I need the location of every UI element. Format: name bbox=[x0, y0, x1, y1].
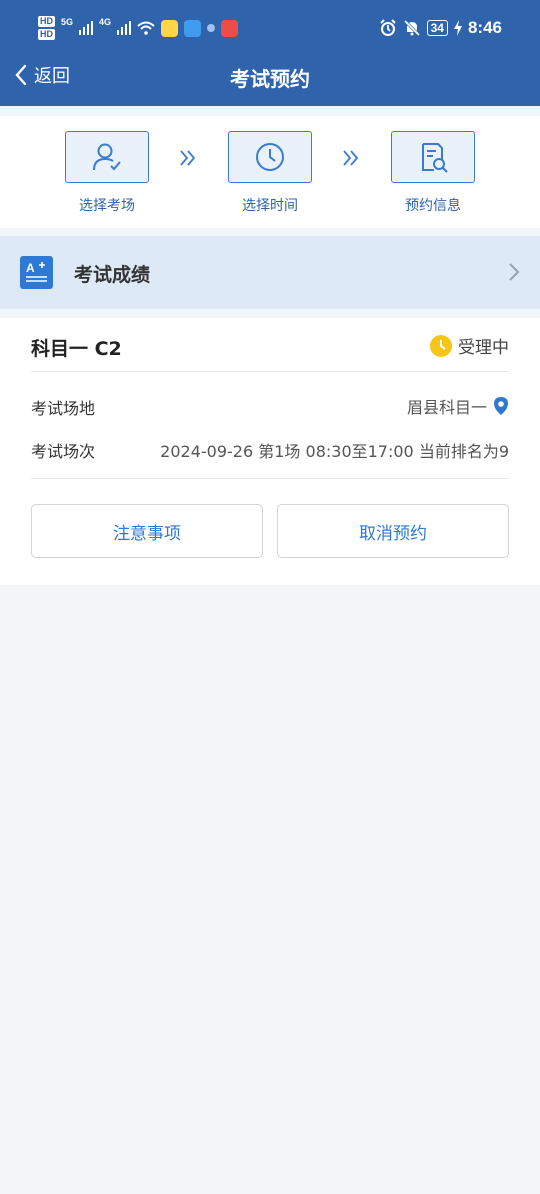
pending-clock-icon bbox=[430, 334, 452, 357]
session-value: 2024-09-26 第1场 08:30至17:00 当前排名为9 bbox=[160, 442, 509, 461]
app-notification-icon bbox=[161, 19, 179, 37]
venue-value[interactable]: 眉县科目一 bbox=[407, 394, 509, 418]
shopping-app-icon bbox=[184, 19, 202, 37]
divider bbox=[31, 371, 509, 372]
signal-icon bbox=[79, 21, 94, 35]
venue-label: 考试场地 bbox=[31, 399, 96, 418]
svg-text:A: A bbox=[26, 261, 35, 275]
wifi-icon bbox=[137, 21, 155, 35]
signal-icon bbox=[117, 21, 132, 35]
step-booking-info: 预约信息 bbox=[391, 131, 475, 215]
chevron-right-icon bbox=[509, 263, 520, 281]
step-select-time: 选择时间 bbox=[228, 131, 312, 215]
booking-steps: 选择考场 选择时间 预约信息 bbox=[0, 116, 540, 228]
score-label: 考试成绩 bbox=[74, 264, 151, 286]
step-label: 选择考场 bbox=[79, 198, 135, 214]
step-select-venue: 选择考场 bbox=[65, 131, 149, 215]
network-type-4g: 4G bbox=[99, 17, 112, 27]
video-app-icon bbox=[221, 19, 239, 37]
network-type-5g: 5G bbox=[61, 17, 74, 27]
step-label: 选择时间 bbox=[242, 198, 298, 214]
cancel-booking-button[interactable]: 取消预约 bbox=[277, 504, 509, 558]
clock-icon bbox=[256, 143, 284, 171]
grade-icon: A bbox=[20, 256, 53, 289]
venue-name: 眉县科目一 bbox=[406, 398, 487, 417]
exam-subject: 科目一 C2 bbox=[31, 338, 122, 360]
notes-button[interactable]: 注意事项 bbox=[31, 504, 263, 558]
nav-bar: 返回 考试预约 bbox=[0, 58, 540, 98]
status-bar: HD HD 5G 4G 34 8:46 bbox=[0, 14, 540, 50]
double-chevron-right-icon bbox=[180, 150, 196, 166]
page-title: 考试预约 bbox=[230, 67, 310, 91]
person-check-icon bbox=[93, 143, 121, 171]
document-search-icon bbox=[422, 143, 448, 173]
step-label: 预约信息 bbox=[405, 198, 461, 214]
exam-booking-card: 科目一 C2 受理中 考试场地 眉县科目一 考试场次 2024-09-26 第1… bbox=[0, 318, 540, 585]
hd-badge: HD HD bbox=[38, 16, 55, 40]
clock-time: 8:46 bbox=[467, 18, 502, 37]
double-chevron-right-icon bbox=[343, 150, 359, 166]
app-header: HD HD 5G 4G 34 8:46 返回 考试预约 bbox=[0, 0, 540, 106]
status-text: 受理中 bbox=[458, 338, 509, 358]
charging-icon bbox=[453, 20, 462, 36]
mute-bell-icon bbox=[403, 19, 420, 37]
location-pin-icon bbox=[494, 397, 508, 415]
small-app-icon bbox=[207, 24, 216, 32]
battery-level: 34 bbox=[426, 20, 448, 36]
divider bbox=[31, 478, 509, 479]
status-badge: 受理中 bbox=[430, 333, 509, 358]
exam-score-entry[interactable]: A 考试成绩 bbox=[0, 236, 540, 309]
alarm-icon bbox=[379, 19, 396, 36]
session-label: 考试场次 bbox=[31, 442, 96, 461]
